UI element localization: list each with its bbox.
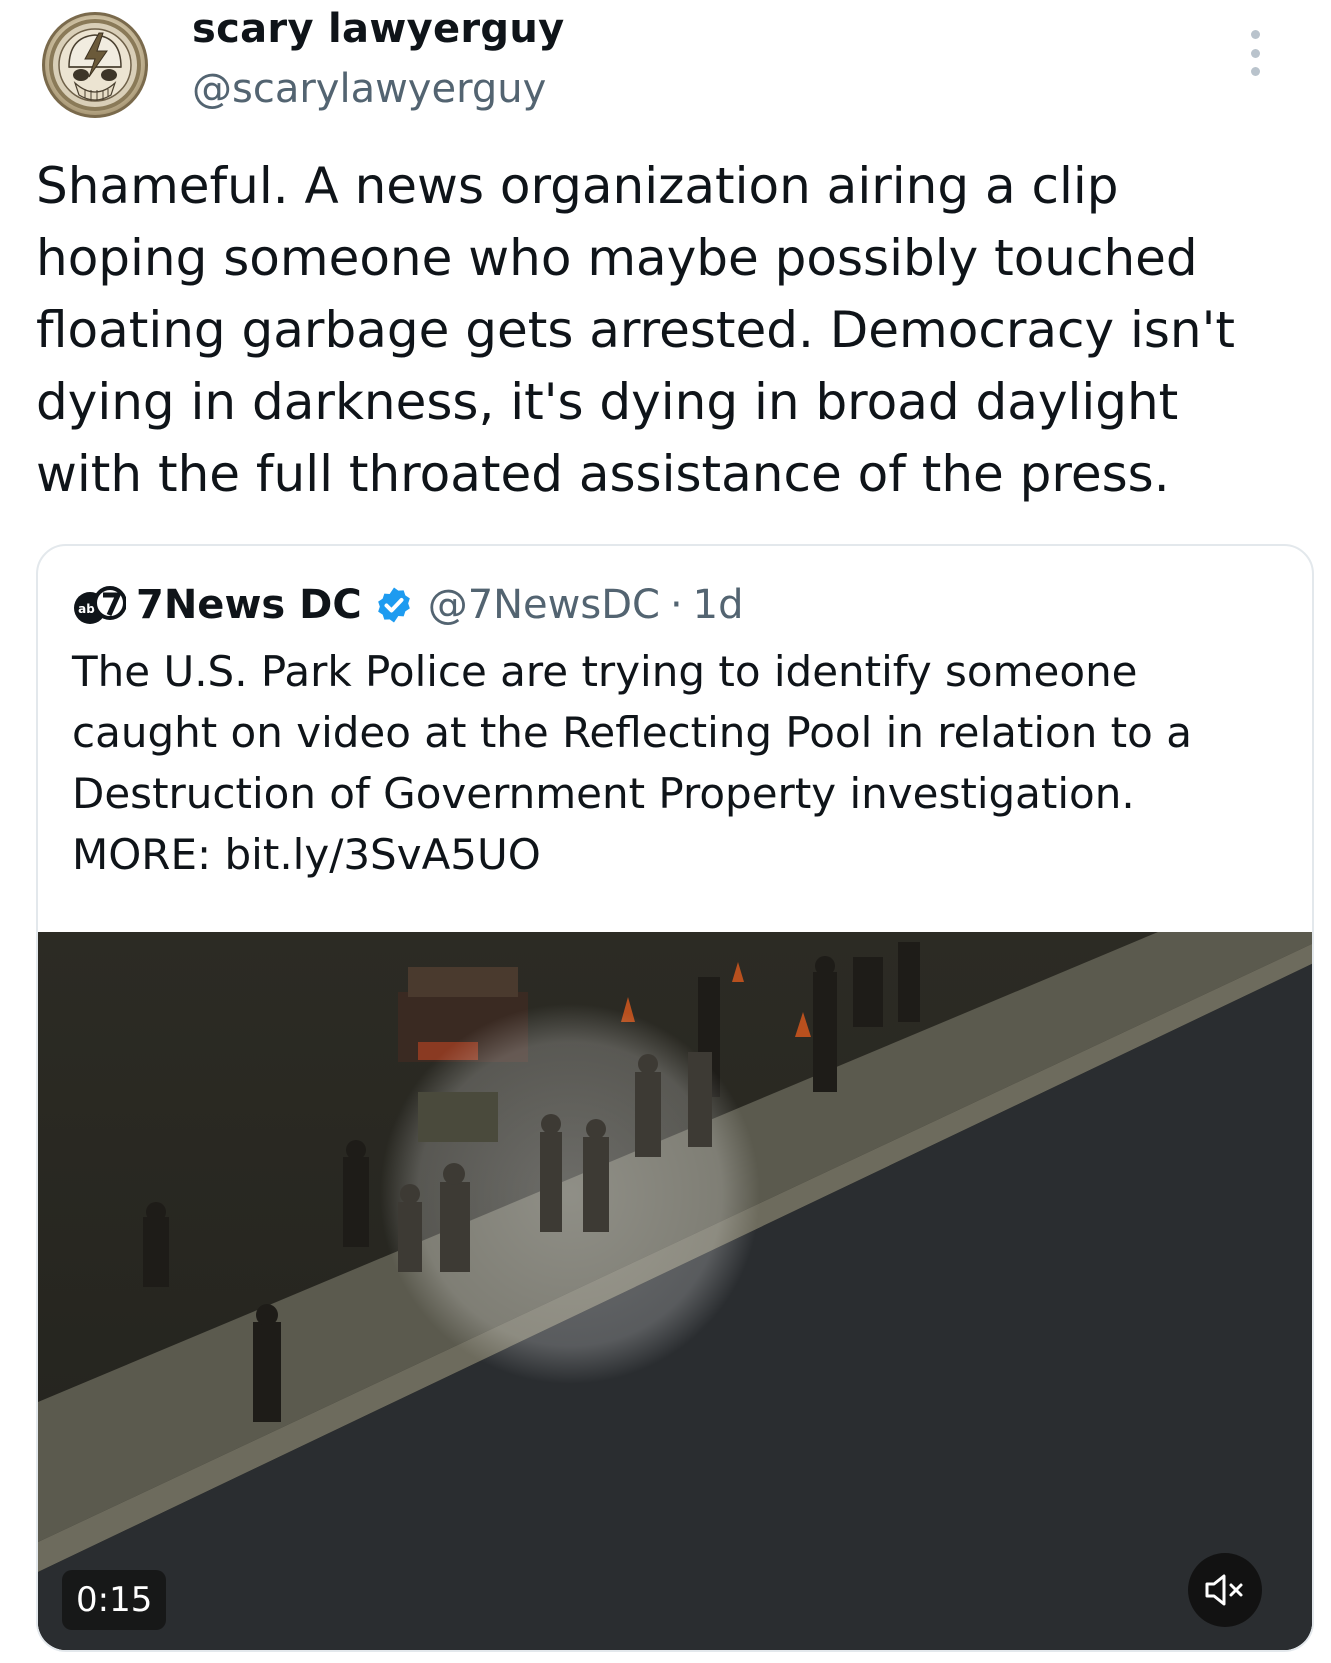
quoted-display-name[interactable]: 7News DC — [136, 582, 362, 628]
video-duration-badge: 0:15 — [62, 1570, 167, 1630]
more-dot-icon — [1250, 48, 1260, 58]
quoted-handle[interactable]: @7NewsDC — [428, 582, 660, 628]
video-player[interactable]: 0:15 — [38, 932, 1312, 1650]
speaker-muted-icon — [1205, 1574, 1243, 1606]
author-display-name[interactable]: scary lawyerguy — [192, 6, 565, 52]
quoted-timestamp[interactable]: 1d — [693, 582, 744, 628]
avatar[interactable] — [42, 12, 148, 118]
unmute-button[interactable] — [1188, 1553, 1262, 1627]
tweet: scary lawyerguy @scarylawyerguy Shameful… — [0, 0, 1331, 1663]
abc7-logo-icon: abc — [70, 581, 126, 629]
more-dot-icon — [1250, 30, 1260, 39]
quoted-tweet-text: The U.S. Park Police are trying to ident… — [72, 647, 1192, 879]
quoted-tweet-card[interactable]: abc 7News DC @7NewsDC · 1d The U.S. Park… — [36, 544, 1314, 1652]
quoted-tweet-header: abc 7News DC @7NewsDC · 1d — [70, 580, 744, 630]
more-dot-icon — [1250, 67, 1260, 76]
verified-badge-icon — [374, 585, 414, 625]
more-options-button[interactable] — [1243, 30, 1267, 76]
separator-dot: · — [669, 582, 683, 628]
video-frame — [38, 932, 1312, 1650]
tweet-text: Shameful. A news organization airing a c… — [36, 157, 1235, 503]
author-handle[interactable]: @scarylawyerguy — [192, 66, 546, 112]
steal-your-face-skull-icon — [49, 19, 141, 111]
